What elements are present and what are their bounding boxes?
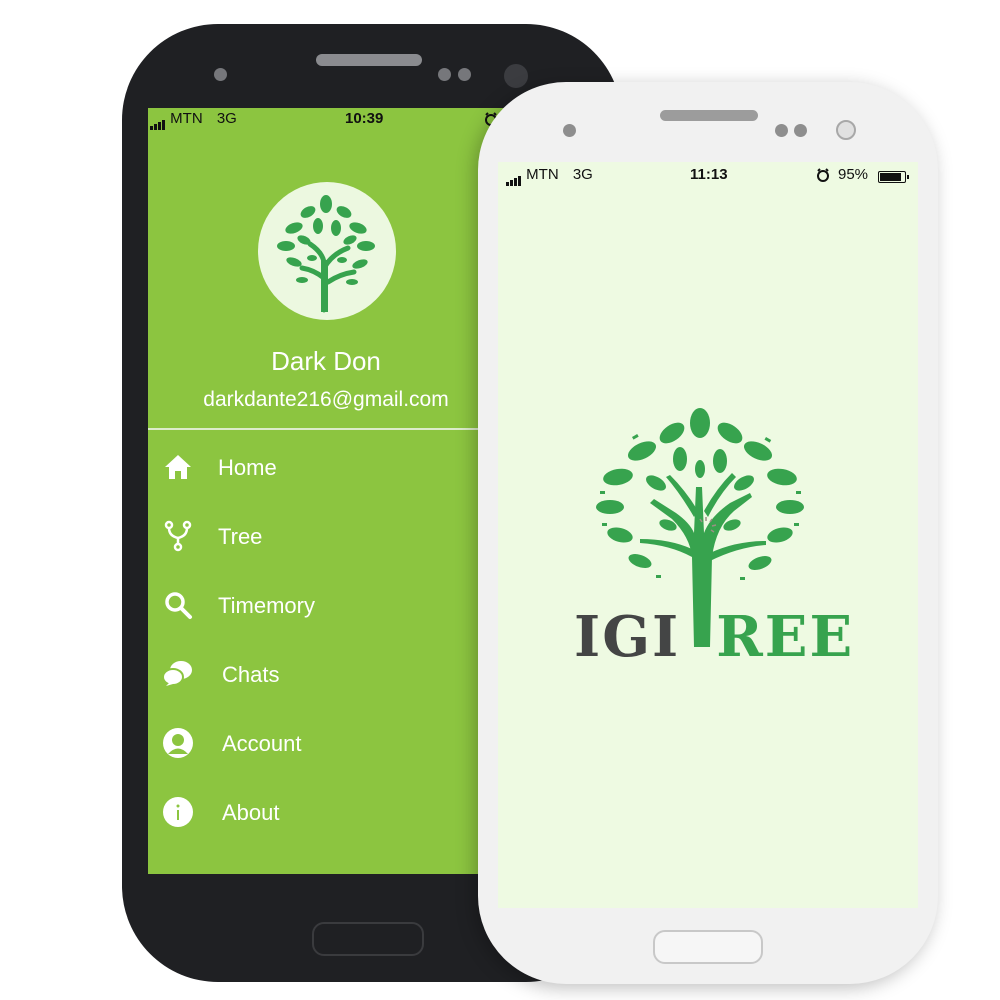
speaker-grille [660,110,758,121]
menu-item-tree[interactable]: Tree [148,512,488,562]
menu-label-about: About [222,800,280,825]
search-icon [165,592,192,619]
carrier-label: MTN [170,110,203,127]
menu-label-tree: Tree [218,524,263,549]
battery-icon [878,168,909,186]
home-hardware-button[interactable] [653,930,763,964]
sensor-dot [794,124,807,137]
branch-icon [164,520,192,552]
profile-name: Dark Don [271,346,381,376]
home-icon [165,455,191,479]
front-camera [504,64,528,88]
logo-text-ree: REE [716,604,855,670]
splash-screen: MTN 3G 11:13 95% IGI REE [498,162,918,908]
sensor-dot [438,68,451,81]
menu-label-home: Home [218,455,277,480]
carrier-label: MTN [526,166,559,183]
signal-icon [150,108,166,131]
alarm-icon [817,168,829,182]
battery-percent: 95% [838,166,869,183]
tree-logo-icon [277,195,375,313]
info-icon [163,797,193,827]
menu-label-chats: Chats [222,662,280,687]
account-icon [163,728,193,758]
app-logo-text: IGI REE [574,604,854,670]
avatar[interactable] [258,182,396,320]
front-camera [836,120,856,140]
logo-text-igi: IGI [574,604,681,670]
menu-item-home[interactable]: Home [148,443,488,493]
sensor-dot [775,124,788,137]
network-label: 3G [216,110,237,127]
menu-label-timemory: Timemory [218,593,315,618]
menu-item-account[interactable]: Account [148,719,488,769]
menu-item-chats[interactable]: Chats [148,650,488,700]
home-hardware-button[interactable] [312,922,424,956]
menu-label-account: Account [222,731,302,756]
status-time: 11:13 [690,166,728,183]
network-label: 3G [572,166,593,183]
signal-icon [506,164,522,187]
sensor-dot [214,68,227,81]
chat-bubbles-icon [162,661,192,686]
menu-item-timemory[interactable]: Timemory [148,581,488,631]
sensor-dot [458,68,471,81]
status-bar-left: MTN 3G [150,108,237,131]
speaker-grille [316,54,422,66]
profile-email: darkdante216@gmail.com [203,388,449,411]
status-time: 10:39 [345,110,384,127]
status-bar-left: MTN 3G [506,164,593,187]
sensor-dot [563,124,576,137]
menu-item-about[interactable]: About [148,788,488,838]
